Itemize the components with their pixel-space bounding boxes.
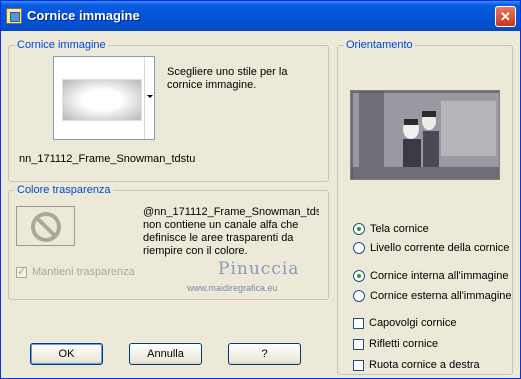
chevron-down-icon[interactable] [144,57,154,139]
transparency-message: @nn_171112_Frame_Snowman_tds non contien… [143,206,319,257]
radio-tela-cornice-label: Tela cornice [370,223,429,235]
checkbox-ruota-label: Ruota cornice a destra [369,359,480,371]
radio-cornice-interna[interactable]: Cornice interna all'immagine [353,270,508,282]
close-button[interactable]: ✕ [495,6,516,27]
watermark-site: www.maidiregrafica.eu [187,283,278,293]
orientation-group-legend: Orientamento [344,39,415,51]
radio-cornice-esterna[interactable]: Cornice esterna all'immagine [353,290,512,302]
checkbox-capovolgi[interactable]: Capovolgi cornice [353,317,456,329]
title-bar[interactable]: Cornice immagine ✕ [1,1,520,31]
no-symbol-icon [31,212,61,242]
radio-livello-corrente-label: Livello corrente della cornice [370,242,510,254]
radio-livello-corrente-dot[interactable] [353,242,365,254]
app-icon [6,8,22,24]
keep-transparency-label: Mantieni trasparenza [32,266,135,278]
radio-tela-cornice-dot[interactable] [353,223,365,235]
orientation-preview-image [350,90,500,180]
radio-cornice-esterna-dot[interactable] [353,290,365,302]
frame-selected-name: nn_171112_Frame_Snowman_tdstuc [19,153,195,165]
radio-tela-cornice[interactable]: Tela cornice [353,223,429,235]
checkbox-rifletti[interactable]: Rifletti cornice [353,338,438,350]
frame-help-text: Scegliere uno stile per la cornice immag… [167,66,288,91]
radio-cornice-esterna-label: Cornice esterna all'immagine [370,290,512,302]
keep-transparency-check[interactable] [16,265,27,278]
window-title: Cornice immagine [27,8,140,23]
transparency-color-swatch[interactable] [16,206,75,246]
frame-thumbnail [62,79,142,121]
checkbox-rifletti-box[interactable] [353,338,364,350]
checkbox-rifletti-label: Rifletti cornice [369,338,439,350]
cancel-button[interactable]: Annulla [129,343,202,365]
checkbox-capovolgi-label: Capovolgi cornice [369,317,457,329]
watermark-name: Pinuccia [218,259,300,279]
checkbox-ruota-box[interactable] [353,359,364,371]
radio-livello-corrente[interactable]: Livello corrente della cornice [353,242,509,254]
ok-button[interactable]: OK [30,343,103,365]
radio-cornice-interna-label: Cornice interna all'immagine [370,270,509,282]
transparency-group-legend: Colore trasparenza [15,184,113,196]
radio-cornice-interna-dot[interactable] [353,270,365,282]
help-button[interactable]: ? [228,343,301,365]
frame-style-dropdown[interactable] [53,56,155,140]
keep-transparency-checkbox[interactable]: Mantieni trasparenza [16,265,135,278]
checkbox-capovolgi-box[interactable] [353,317,364,329]
dialog-window: Cornice immagine ✕ Cornice immagine Sceg… [0,0,521,379]
checkbox-ruota[interactable]: Ruota cornice a destra [353,359,480,371]
frame-group-legend: Cornice immagine [15,39,108,51]
